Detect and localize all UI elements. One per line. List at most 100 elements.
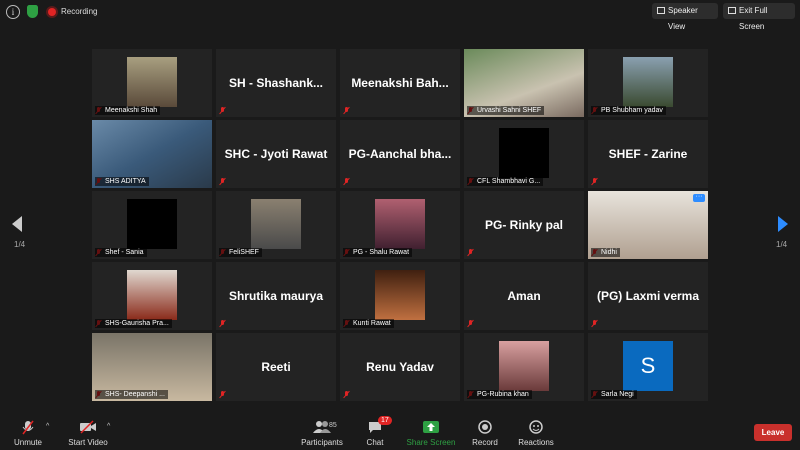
recording-label: Recording	[61, 7, 98, 16]
meeting-toolbar: Unmute ^ Start Video ^ 85 Participants 1…	[0, 414, 800, 450]
participant-tile[interactable]: SHS-Gaurisha Pra...	[92, 262, 212, 330]
muted-mic-icon	[467, 320, 474, 327]
participant-tile[interactable]: PG- Rinky pal	[464, 191, 584, 259]
participants-count: 85	[329, 422, 337, 429]
muted-mic-icon	[343, 391, 350, 398]
participant-label: CFL Shambhavi G...	[467, 177, 544, 186]
participant-tile[interactable]: SHC - Jyoti Rawat	[216, 120, 336, 188]
participant-name: PG- Rinky pal	[484, 218, 564, 232]
participant-video	[375, 270, 425, 320]
participant-name: Meenakshi Bah...	[351, 76, 449, 90]
participant-video	[499, 341, 549, 391]
participant-label: SHS- Deepanshi ...	[95, 390, 168, 399]
participant-label: PG - Shalu Rawat	[343, 248, 413, 257]
participant-tile[interactable]: SHS ADITYA	[92, 120, 212, 188]
muted-mic-icon	[343, 107, 350, 114]
info-icon[interactable]: i	[6, 5, 20, 19]
participant-label: SHS-Gaurisha Pra...	[95, 319, 172, 328]
avatar: S	[623, 341, 673, 391]
participant-tile[interactable]: CFL Shambhavi G...	[464, 120, 584, 188]
record-button[interactable]: Record	[468, 414, 502, 450]
more-options-icon[interactable]: ···	[693, 193, 705, 202]
participant-name: Shrutika maurya	[228, 289, 324, 303]
start-video-button[interactable]: Start Video	[62, 414, 114, 450]
participant-tile[interactable]: PG-Aanchal bha...	[340, 120, 460, 188]
muted-mic-icon	[219, 107, 226, 114]
participant-name: PG-Aanchal bha...	[348, 147, 452, 161]
participant-label: Urvashi Sahni SHEF	[467, 106, 545, 115]
top-bar: i Recording Speaker View Exit Full Scree…	[0, 0, 800, 31]
page-indicator-left: 1/4	[14, 240, 26, 249]
muted-mic-icon	[219, 320, 226, 327]
participant-tile[interactable]: FeliSHEF	[216, 191, 336, 259]
participant-tile[interactable]: Aman	[464, 262, 584, 330]
participants-button[interactable]: 85 Participants	[298, 414, 346, 450]
muted-mic-icon	[343, 178, 350, 185]
muted-mic-icon	[219, 178, 226, 185]
participant-label: SHS ADITYA	[95, 177, 149, 186]
participant-name: SHEF - Zarine	[608, 147, 688, 161]
muted-mic-icon	[219, 391, 226, 398]
participant-tile[interactable]: S Sarla Negi	[588, 333, 708, 401]
participant-video	[623, 57, 673, 107]
participant-video	[127, 270, 177, 320]
chat-badge: 17	[378, 416, 392, 425]
participant-name: SH - Shashank...	[228, 76, 324, 90]
video-off-icon	[80, 420, 96, 434]
participant-label: Sarla Negi	[591, 390, 637, 399]
participant-name: Renu Yadav	[366, 360, 434, 374]
participant-label: Shef - Sania	[95, 248, 147, 257]
share-screen-button[interactable]: Share Screen	[404, 414, 458, 450]
participant-tile[interactable]: Shef - Sania	[92, 191, 212, 259]
participant-tile[interactable]: (PG) Laxmi verma	[588, 262, 708, 330]
record-icon	[478, 420, 492, 434]
muted-mic-icon	[591, 178, 598, 185]
unmute-button[interactable]: Unmute	[8, 414, 48, 450]
recording-icon	[48, 8, 56, 16]
unmute-options-chevron-icon[interactable]: ^	[46, 423, 49, 430]
participant-label: FeliSHEF	[219, 248, 262, 257]
participant-name: Reeti	[261, 360, 291, 374]
participant-tile[interactable]: ··· Nidhi	[588, 191, 708, 259]
participant-tile[interactable]: Shrutika maurya	[216, 262, 336, 330]
exit-full-screen-icon	[728, 7, 736, 14]
participant-name: SHC - Jyoti Rawat	[224, 147, 328, 161]
participant-video	[375, 199, 425, 249]
participant-tile[interactable]: Urvashi Sahni SHEF	[464, 49, 584, 117]
participant-tile[interactable]: Meenakshi Shah	[92, 49, 212, 117]
gallery-grid: Meenakshi Shah SH - Shashank... Meenakshi …	[92, 49, 709, 402]
participant-tile[interactable]: Reeti	[216, 333, 336, 401]
exit-full-screen-button[interactable]: Exit Full Screen	[723, 3, 795, 31]
reactions-button[interactable]: Reactions	[514, 414, 558, 450]
chat-button[interactable]: 17 Chat	[360, 414, 392, 450]
previous-page-arrow-icon[interactable]	[12, 216, 22, 232]
next-page-arrow-icon[interactable]	[778, 216, 788, 232]
participant-tile[interactable]: Kunti Rawat	[340, 262, 460, 330]
participant-name: (PG) Laxmi verma	[596, 289, 700, 303]
speaker-view-icon	[657, 7, 665, 14]
participant-video	[127, 57, 177, 107]
participant-tile[interactable]: PG-Rubina khan	[464, 333, 584, 401]
participant-tile[interactable]: Meenakshi Bah...	[340, 49, 460, 117]
participant-tile[interactable]: Renu Yadav	[340, 333, 460, 401]
participant-tile[interactable]: PB Shubham yadav	[588, 49, 708, 117]
participant-label: Kunti Rawat	[343, 319, 394, 328]
participant-label: Nidhi	[591, 248, 620, 257]
participant-video	[499, 128, 549, 178]
participant-tile[interactable]: PG - Shalu Rawat	[340, 191, 460, 259]
emoji-icon	[529, 420, 543, 434]
muted-mic-icon	[467, 249, 474, 256]
shield-icon[interactable]	[27, 5, 38, 18]
speaker-view-button[interactable]: Speaker View	[652, 3, 718, 31]
participant-name: Aman	[507, 289, 541, 303]
participant-tile[interactable]: SHEF - Zarine	[588, 120, 708, 188]
participant-tile[interactable]: SH - Shashank...	[216, 49, 336, 117]
participant-label: PG-Rubina khan	[467, 390, 532, 399]
video-options-chevron-icon[interactable]: ^	[107, 423, 110, 430]
muted-mic-icon	[22, 420, 34, 435]
participant-tile[interactable]: SHS- Deepanshi ...	[92, 333, 212, 401]
participant-label: Meenakshi Shah	[95, 106, 161, 115]
share-screen-icon	[423, 421, 439, 433]
muted-mic-icon	[591, 320, 598, 327]
leave-button[interactable]: Leave	[754, 424, 792, 441]
